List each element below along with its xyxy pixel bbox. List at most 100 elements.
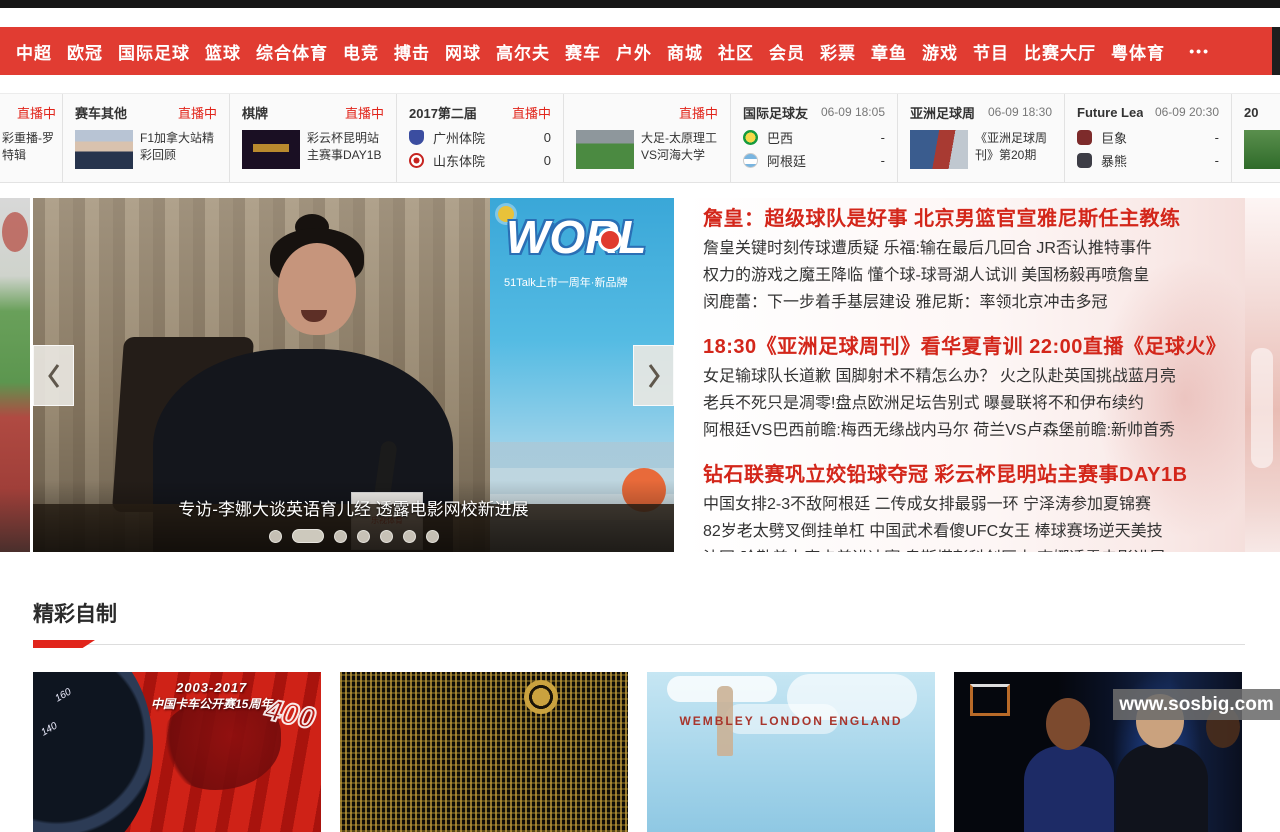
- nav-item-8[interactable]: 高尔夫: [496, 39, 550, 64]
- carousel-dot-2[interactable]: [334, 530, 347, 543]
- elephant-badge-icon: [1077, 130, 1092, 145]
- team-row: 巨象-: [1077, 126, 1219, 149]
- carousel-next-button[interactable]: [633, 345, 674, 406]
- nav-item-1[interactable]: 欧冠: [67, 39, 103, 64]
- carousel-prev-slide-peek[interactable]: [0, 198, 30, 552]
- team-row: 广州体院0: [409, 126, 551, 149]
- nav-item-7[interactable]: 网球: [445, 39, 481, 64]
- video-title: F1加拿大站精彩回顾: [140, 130, 217, 169]
- nav-item-14[interactable]: 彩票: [820, 39, 856, 64]
- nav-item-3[interactable]: 篮球: [205, 39, 241, 64]
- live-card-body: 《亚洲足球周刊》第20期: [910, 130, 1052, 169]
- poster-subtitle: 51Talk上市一周年·新品牌: [504, 274, 627, 290]
- carousel-dot-4[interactable]: [380, 530, 393, 543]
- featured-thumb-crowd[interactable]: [340, 672, 628, 832]
- live-card[interactable]: 直播中彩重播-罗特辑: [0, 94, 63, 182]
- featured-thumbnails-row: 160 140 2003-2017 中国卡车公开赛15周年 400 WEMBLE…: [33, 672, 1245, 832]
- team-name: 阿根廷: [767, 151, 881, 170]
- live-card-title: 20: [1244, 105, 1258, 120]
- live-card-title: 亚洲足球周: [910, 103, 975, 122]
- ring-red-badge-icon: [409, 153, 424, 168]
- nav-item-10[interactable]: 户外: [616, 39, 652, 64]
- news-line-links[interactable]: 老兵不死只是凋零!盘点欧洲足坛告别式 曝曼联将不和伊布续约: [703, 390, 1245, 417]
- news-headline-link[interactable]: 18:30《亚洲足球周刊》看华夏青训 22:00直播《足球火》: [703, 330, 1245, 359]
- nav-item-0[interactable]: 中超: [16, 39, 52, 64]
- featured-thumb-wembley[interactable]: WEMBLEY LONDON ENGLAND: [647, 672, 935, 832]
- video-thumbnail: [576, 130, 634, 169]
- live-card-header: 直播中: [576, 103, 718, 121]
- gold-emblem: [524, 680, 558, 714]
- next-content-peek[interactable]: [1245, 198, 1280, 552]
- site-watermark: www.sosbig.com: [1113, 689, 1280, 720]
- carousel-dot-5[interactable]: [403, 530, 416, 543]
- team-score: 0: [544, 153, 551, 168]
- nav-item-12[interactable]: 社区: [718, 39, 754, 64]
- nav-item-13[interactable]: 会员: [769, 39, 805, 64]
- news-line-links[interactable]: 闵鹿蕾：下一步着手基层建设 雅尼斯：率领北京冲击多冠: [703, 289, 1245, 316]
- match-teams: 广州体院0 山东体院0: [409, 126, 551, 172]
- nav-item-18[interactable]: 比赛大厅: [1024, 39, 1096, 64]
- team-name: 暴熊: [1101, 151, 1215, 170]
- basketball-hoop-icon: [970, 684, 1010, 716]
- live-card-header: 赛车其他直播中: [75, 103, 217, 121]
- nav-item-2[interactable]: 国际足球: [118, 39, 190, 64]
- nav-item-16[interactable]: 游戏: [922, 39, 958, 64]
- hero-carousel-slide[interactable]: WORL 51Talk上市一周年·新品牌 乐视体育 专访-李娜大谈英语育儿经 透…: [33, 198, 674, 552]
- news-line-links[interactable]: 权力的游戏之魔王降临 懂个球-球哥湖人试训 美国杨毅再喷詹皇: [703, 262, 1245, 289]
- news-line-links[interactable]: 82岁老太劈叉倒挂单杠 中国武术看傻UFC女王 棒球赛场逆天美技: [703, 518, 1245, 545]
- news-line-links[interactable]: 法网-哈勒普力克卡普进决赛 奥斯塔彭科创历史 李娜透露电影进展: [703, 545, 1245, 552]
- brazil-badge-icon: [743, 130, 758, 145]
- chevron-left-icon: [46, 363, 62, 389]
- argentina-badge-icon: [743, 153, 758, 168]
- live-card[interactable]: 亚洲足球周06-09 18:30《亚洲足球周刊》第20期: [898, 94, 1065, 182]
- featured-thumb-truck-race[interactable]: 160 140 2003-2017 中国卡车公开赛15周年 400: [33, 672, 321, 832]
- video-thumbnail: [242, 130, 300, 169]
- carousel-dot-3[interactable]: [357, 530, 370, 543]
- nav-item-6[interactable]: 搏击: [394, 39, 430, 64]
- news-line-links[interactable]: 阿根廷VS巴西前瞻:梅西无缘战内马尔 荷兰VS卢森堡前瞻:新帅首秀: [703, 417, 1245, 444]
- nav-item-9[interactable]: 赛车: [565, 39, 601, 64]
- live-card-title: 国际足球友: [743, 103, 808, 122]
- news-line-links[interactable]: 女足输球队长道歉 国脚射术不精怎么办？ 火之队赴英国挑战蓝月亮: [703, 363, 1245, 390]
- carousel-dot-1[interactable]: [292, 529, 324, 543]
- news-headlines-panel: 詹皇：超级球队是好事 北京男篮官宣雅尼斯任主教练詹皇关键时刻传球遭质疑 乐福:输…: [685, 198, 1245, 552]
- news-line-links[interactable]: 詹皇关键时刻传球遭质疑 乐福:输在最后几回合 JR否认推特事件: [703, 235, 1245, 262]
- team-score: -: [881, 153, 885, 168]
- nav-item-4[interactable]: 综合体育: [256, 39, 328, 64]
- video-title: 大足-太原理工VS河海大学: [641, 130, 718, 169]
- team-name: 广州体院: [433, 128, 544, 147]
- carousel-prev-button[interactable]: [33, 345, 74, 406]
- browser-top-bar: [0, 0, 1280, 8]
- live-card[interactable]: 国际足球友06-09 18:05巴西-阿根廷-: [731, 94, 898, 182]
- live-status-badge: 直播中: [345, 103, 384, 122]
- team-row: 阿根廷-: [743, 149, 885, 172]
- live-card-title: 棋牌: [242, 103, 268, 122]
- team-name: 山东体院: [433, 151, 544, 170]
- team-score: -: [881, 130, 885, 145]
- truck-anniversary: 中国卡车公开赛15周年: [151, 695, 272, 712]
- nav-item-11[interactable]: 商城: [667, 39, 703, 64]
- live-card[interactable]: Future Lea06-09 20:30巨象-暴熊-: [1065, 94, 1232, 182]
- live-card[interactable]: 赛车其他直播中 F1加拿大站精彩回顾: [63, 94, 230, 182]
- live-card[interactable]: 20: [1232, 94, 1280, 182]
- news-line-links[interactable]: 中国女排2-3不敌阿根廷 二传成女排最弱一环 宁泽涛参加夏锦赛: [703, 491, 1245, 518]
- live-card-body: F1加拿大站精彩回顾: [75, 130, 217, 169]
- nav-more-button[interactable]: •••: [1189, 43, 1210, 59]
- carousel-dot-0[interactable]: [269, 530, 282, 543]
- nav-item-17[interactable]: 节目: [973, 39, 1009, 64]
- section-accent-bar: [33, 640, 95, 648]
- news-headline-link[interactable]: 詹皇：超级球队是好事 北京男篮官宣雅尼斯任主教练: [703, 202, 1245, 231]
- live-card[interactable]: 直播中大足-太原理工VS河海大学: [564, 94, 731, 182]
- news-headline-link[interactable]: 钻石联赛巩立姣铅球夺冠 彩云杯昆明站主赛事DAY1B: [703, 458, 1245, 487]
- section-divider: [33, 644, 1245, 645]
- nav-item-5[interactable]: 电竞: [343, 39, 379, 64]
- crowd-texture: [340, 672, 628, 832]
- nav-item-15[interactable]: 章鱼: [871, 39, 907, 64]
- nav-item-19[interactable]: 粤体育: [1111, 39, 1165, 64]
- team-row: 暴熊-: [1077, 149, 1219, 172]
- chevron-right-icon: [646, 363, 662, 389]
- nav-items: 中超欧冠国际足球篮球综合体育电竞搏击网球高尔夫赛车户外商城社区会员彩票章鱼游戏节…: [16, 39, 1165, 64]
- live-card[interactable]: 2017第二届直播中广州体院0山东体院0: [397, 94, 564, 182]
- live-card[interactable]: 棋牌直播中彩云杯昆明站主赛事DAY1B: [230, 94, 397, 182]
- carousel-dot-6[interactable]: [426, 530, 439, 543]
